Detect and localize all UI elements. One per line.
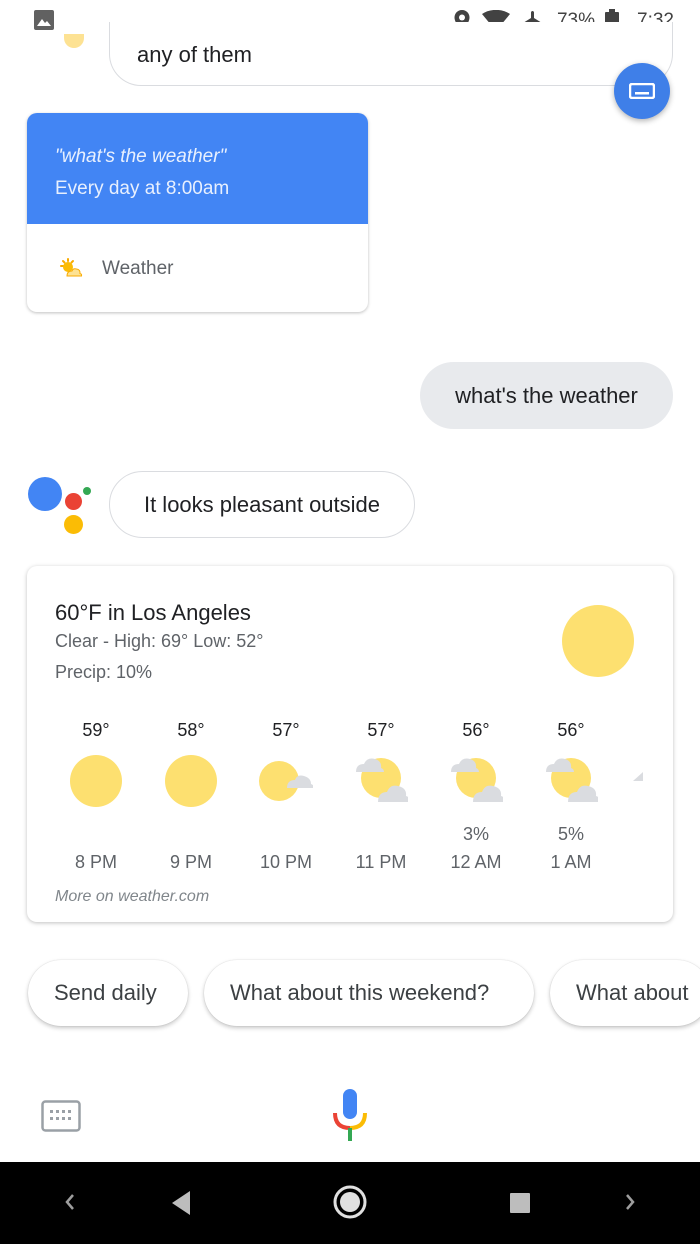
suggestion-what-about[interactable]: What about [550,960,700,1026]
routine-item-label: Weather [102,258,174,279]
hourly-precip: 3% [462,824,489,844]
navigation-bar [0,1162,700,1244]
home-icon[interactable] [332,1184,368,1220]
chevron-left-icon[interactable] [63,1192,77,1212]
hourly-temp: 57° [272,720,300,740]
back-icon[interactable] [170,1190,192,1216]
hourly-time: 1 AM [550,852,592,872]
keyboard-icon [629,83,655,99]
hourly-temp: 56° [462,720,490,740]
keyboard-icon[interactable] [41,1100,81,1132]
sun-icon [562,605,634,677]
hourly-time: 11 PM [355,852,407,872]
weather-icon [60,258,83,277]
routine-item-weather[interactable]: Weather [27,224,368,312]
weather-headline: 60°F in Los Angeles [55,600,251,625]
mic-icon[interactable] [331,1087,369,1143]
logo-dot-green [83,487,91,495]
cloudy-sun-icon [451,758,503,802]
assistant-reply-bubble: It looks pleasant outside [109,471,415,538]
weather-source-link[interactable]: More on weather.com [55,888,209,906]
image-icon [34,10,54,30]
routine-query: "what's the weather" [55,146,227,167]
hourly-forecast-item: 57° 10 PM [238,716,334,886]
chevron-right-icon[interactable] [623,1192,637,1212]
previous-user-text: any of them [137,42,252,67]
hourly-temp: 57° [367,720,395,740]
sun-icon [70,755,122,807]
suggestion-send-daily[interactable]: Send daily [28,960,188,1026]
hourly-forecast-item: 59° 8 PM [48,716,144,886]
hourly-temp: 58° [177,720,205,740]
logo-dot-blue [28,477,62,511]
sun-icon [165,755,217,807]
hourly-forecast-item: 58° 9 PM [143,716,239,886]
hourly-time: 8 PM [74,852,117,872]
assistant-avatar-partial [64,34,84,48]
hourly-temp: 59° [82,720,110,740]
routine-card-header: "what's the weather" Every day at 8:00am [27,113,368,224]
recents-icon[interactable] [509,1192,531,1214]
hourly-time: 12 AM [450,852,502,872]
partly-cloudy-icon [259,761,313,801]
assistant-logo [28,476,92,534]
routine-schedule: Every day at 8:00am [55,178,230,199]
previous-user-bubble: any of them [109,22,673,86]
hourly-precip: 5% [557,824,584,844]
weather-summary: Clear - High: 69° Low: 52° [55,631,264,651]
hourly-forecast-item: 56° 5% 1 AM [523,716,619,886]
logo-dot-red [65,493,82,510]
hourly-forecast-item: 57° 11 PM [333,716,429,886]
hourly-forecast-item: 56° 3% 12 AM [428,716,524,886]
keyboard-toggle-button[interactable] [614,63,670,119]
hourly-time: 9 PM [169,852,212,872]
user-query-bubble: what's the weather [420,362,673,429]
cloudy-sun-icon [356,758,408,802]
logo-dot-yellow [64,515,83,534]
suggestion-weekend[interactable]: What about this weekend? [204,960,534,1026]
routine-card[interactable]: "what's the weather" Every day at 8:00am… [27,113,368,312]
cloud-icon [633,772,643,781]
hourly-time: 10 PM [259,852,313,872]
weather-precip: Precip: 10% [55,662,153,682]
cloudy-sun-icon [546,758,598,802]
hourly-temp: 56° [557,720,585,740]
weather-card[interactable]: 60°F in Los Angeles Clear - High: 69° Lo… [27,566,673,922]
